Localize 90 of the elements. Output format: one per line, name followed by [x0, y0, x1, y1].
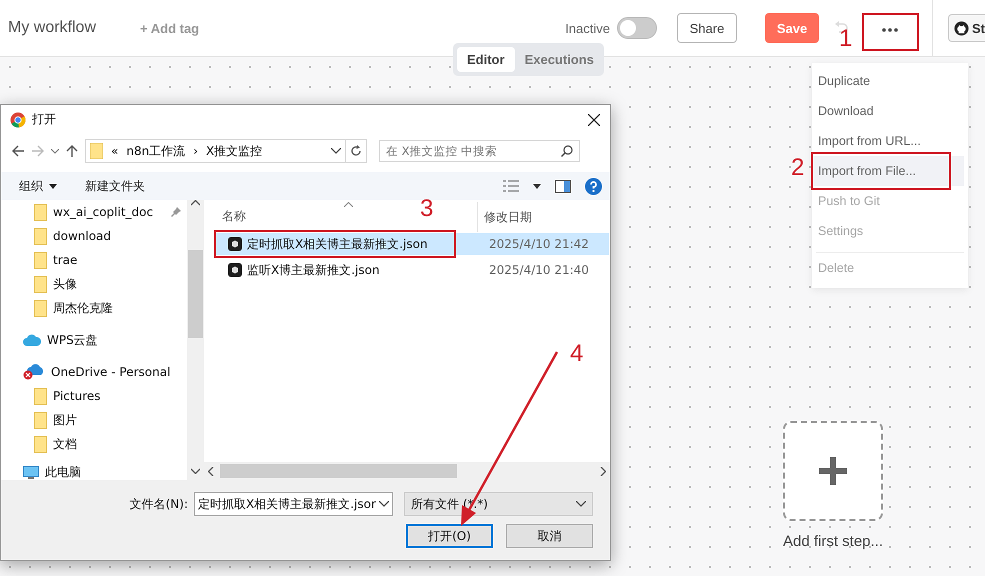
step-number: 3 [420, 199, 434, 219]
chevron-down-icon [576, 501, 586, 507]
file-date: 2025/4/10 21:42 [488, 237, 589, 251]
folder-icon [34, 300, 47, 316]
nav-item[interactable]: Pictures [1, 384, 187, 408]
caret-icon [49, 184, 57, 188]
nav-item[interactable]: WPS云盘 [1, 328, 187, 352]
workflow-title[interactable]: My workflow [8, 19, 96, 37]
scroll-left-icon[interactable] [208, 466, 214, 476]
add-step-button[interactable] [783, 421, 883, 521]
file-name-field[interactable]: 定时抓取X相关博主最新推文.jsor [194, 492, 393, 516]
folder-icon [34, 436, 47, 452]
computer-icon [23, 466, 39, 478]
nav-item[interactable]: 文档 [1, 432, 187, 456]
add-first-step-label: Add first step... [782, 533, 884, 550]
breadcrumb[interactable]: n8n工作流 [126, 142, 186, 160]
close-icon[interactable] [588, 114, 600, 126]
search-field[interactable]: 在 X推文监控 中搜索 [379, 140, 580, 162]
help-icon[interactable] [585, 178, 602, 194]
share-button[interactable]: Share [677, 13, 737, 43]
refresh-icon [350, 145, 362, 157]
nav-item[interactable]: OneDrive - Personal [1, 360, 187, 384]
dialog-title: 打开 [32, 111, 56, 128]
breadcrumb[interactable]: « [111, 144, 118, 158]
file-name-label: 文件名(N): [130, 496, 188, 512]
caret-icon[interactable] [533, 184, 541, 188]
menu-item[interactable]: Duplicate [812, 66, 964, 96]
view-tab[interactable]: Executions [514, 47, 604, 72]
organize-menu[interactable]: 组织 [19, 178, 57, 194]
nav-item[interactable]: download [1, 224, 187, 248]
nav-item[interactable]: trae [1, 248, 187, 272]
column-header[interactable]: 修改日期 [477, 202, 610, 232]
folder-icon [34, 228, 47, 244]
menu-item[interactable]: Download [812, 96, 964, 126]
github-star-button[interactable]: St [948, 14, 985, 42]
browser-icon [10, 112, 26, 128]
file-row[interactable]: 监听X博主最新推文.json 2025/4/10 21:40 [214, 259, 609, 281]
file-date: 2025/4/10 21:40 [488, 263, 589, 277]
open-button[interactable]: 打开(O) [406, 524, 493, 548]
cloud-icon [23, 334, 41, 346]
cloud-error-icon [23, 364, 45, 380]
view-tab[interactable]: Editor [457, 47, 515, 72]
file-row[interactable]: 定时抓取X相关博主最新推文.json 2025/4/10 21:42 [214, 233, 609, 255]
vertical-scrollbar[interactable] [187, 200, 204, 480]
folder-icon [34, 388, 47, 404]
active-toggle[interactable] [617, 17, 657, 39]
folder-icon [34, 252, 47, 268]
chevron-down-icon[interactable] [379, 501, 389, 507]
folder-icon [90, 143, 103, 159]
view-list-icon[interactable] [503, 180, 519, 192]
step-number: 1 [839, 29, 852, 49]
folder-icon [34, 276, 47, 292]
highlight-frame [862, 13, 919, 51]
scroll-right-icon[interactable] [600, 466, 606, 476]
menu-item[interactable]: Import from URL... [812, 126, 964, 156]
cancel-button[interactable]: 取消 [506, 524, 593, 548]
folder-icon [34, 204, 47, 220]
nav-item[interactable]: 此电脑 [1, 460, 187, 480]
menu-item[interactable]: Import from File... [812, 156, 964, 186]
step-number: 2 [791, 158, 804, 178]
preview-pane-icon[interactable] [555, 180, 571, 192]
chevron-down-icon[interactable] [51, 148, 59, 154]
chevron-down-icon[interactable] [331, 148, 341, 154]
breadcrumb[interactable]: X推文监控 [206, 142, 262, 160]
file-name: 定时抓取X相关博主最新推文.json [247, 236, 428, 252]
new-folder-button[interactable]: 新建文件夹 [85, 178, 145, 194]
file-icon [228, 237, 242, 251]
nav-item[interactable]: 周杰伦克隆 [1, 296, 187, 320]
back-arrow-icon[interactable] [11, 144, 25, 158]
dots-icon [882, 28, 898, 32]
up-arrow-icon[interactable] [65, 144, 79, 158]
nav-item[interactable]: wx_ai_coplit_doc [1, 200, 187, 224]
folder-icon [34, 412, 47, 428]
github-icon [954, 20, 969, 36]
file-name: 监听X博主最新推文.json [247, 262, 380, 278]
plus-icon [819, 457, 847, 485]
scroll-down-icon[interactable] [191, 468, 200, 474]
step-number: 4 [570, 344, 584, 364]
nav-item[interactable]: 头像 [1, 272, 187, 296]
active-label: Inactive [565, 20, 610, 36]
scroll-up-icon[interactable] [191, 200, 200, 206]
horizontal-scrollbar[interactable] [204, 462, 610, 480]
pin-icon [171, 207, 181, 217]
address-bar[interactable]: « n8n工作流 › X推文监控 [85, 139, 346, 163]
search-icon [561, 145, 573, 157]
sort-caret-icon [344, 202, 353, 207]
refresh-button[interactable] [346, 139, 367, 163]
nav-item[interactable]: 图片 [1, 408, 187, 432]
breadcrumb-separator: › [193, 144, 198, 158]
file-icon [228, 263, 242, 277]
